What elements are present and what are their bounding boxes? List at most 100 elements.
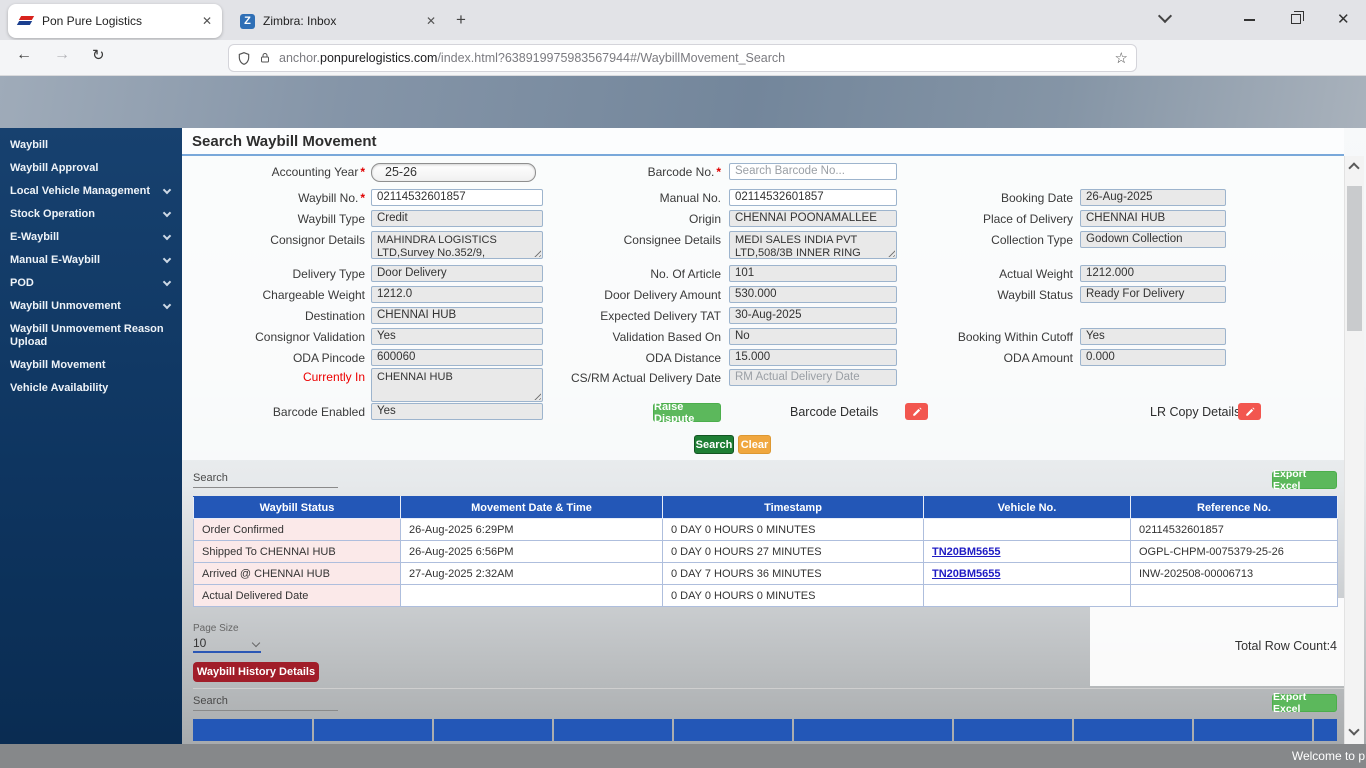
- cell-movement-datetime: [400, 584, 663, 607]
- field-barcode-no[interactable]: Search Barcode No...: [729, 163, 897, 180]
- url-bar[interactable]: anchor.ponpurelogistics.com/index.html?6…: [228, 44, 1137, 72]
- col-header-movement-date-time: Movement Date & Time: [400, 496, 663, 519]
- table-row: Shipped To CHENNAI HUB 26-Aug-2025 6:56PM…: [193, 540, 1338, 563]
- field-label-destination: Destination: [304, 309, 365, 323]
- sidebar-item-label: POD: [10, 277, 34, 289]
- field-booking-within-cutoff[interactable]: Yes: [1080, 328, 1226, 345]
- field-label-currently-in: Currently In: [302, 370, 365, 384]
- total-row-count: Total Row Count:4: [1234, 639, 1337, 653]
- field-value: No: [735, 330, 750, 342]
- history-col-header: [674, 719, 792, 741]
- field-cs-rm-actual-delivery-date[interactable]: RM Actual Delivery Date: [729, 369, 897, 386]
- zimbra-favicon-icon: Z: [240, 13, 255, 29]
- vehicle-no-link[interactable]: TN20BM5655: [932, 546, 1000, 558]
- field-actual-weight[interactable]: 1212.000: [1080, 265, 1226, 282]
- cell-reference-no: 02114532601857: [1130, 518, 1338, 541]
- history-col-header: [314, 719, 432, 741]
- history-table-header: [193, 719, 1337, 741]
- cell-timestamp: 0 DAY 7 HOURS 36 MINUTES: [662, 562, 924, 585]
- window-close-button[interactable]: ✕: [1337, 10, 1350, 28]
- field-label-origin: Origin: [688, 212, 721, 226]
- page-size-select[interactable]: 10: [193, 636, 261, 653]
- history-export-excel-button[interactable]: Export Excel: [1272, 691, 1337, 715]
- field-value: CHENNAI HUB: [377, 309, 457, 321]
- reload-button[interactable]: ↻: [92, 46, 105, 64]
- tab-list-chevron-icon[interactable]: [1157, 8, 1173, 24]
- field-value: 26-Aug-2025: [1086, 191, 1153, 203]
- field-label-oda-distance: ODA Distance: [645, 351, 721, 365]
- forward-button[interactable]: →: [54, 46, 70, 64]
- col-header-reference-no: Reference No.: [1130, 496, 1338, 519]
- cell-movement-datetime: 26-Aug-2025 6:29PM: [400, 518, 663, 541]
- cell-vehicle-no: [923, 518, 1131, 541]
- chevron-down-icon: [162, 254, 172, 264]
- sidebar-item-label: Waybill: [10, 139, 49, 151]
- new-tab-button[interactable]: +: [456, 10, 466, 30]
- scrollbar-thumb[interactable]: [1347, 186, 1362, 331]
- cell-waybill-status: Shipped To CHENNAI HUB: [193, 540, 401, 563]
- lr-copy-details-edit-button[interactable]: [1238, 403, 1261, 420]
- field-place-of-delivery[interactable]: CHENNAI HUB: [1080, 210, 1226, 227]
- clear-button[interactable]: Clear: [738, 435, 771, 454]
- field-value: 101: [735, 267, 755, 279]
- vertical-scrollbar[interactable]: [1344, 156, 1364, 744]
- field-booking-date[interactable]: 26-Aug-2025: [1080, 189, 1226, 206]
- tab-title: Zimbra: Inbox: [263, 14, 337, 28]
- raise-dispute-button[interactable]: Raise Dispute: [653, 401, 721, 425]
- field-value: CHENNAI HUB: [1086, 212, 1166, 224]
- page-size-label: Page Size: [193, 623, 239, 634]
- window-restore-button[interactable]: [1291, 11, 1304, 24]
- cell-vehicle-no: [923, 584, 1131, 607]
- movement-export-excel-button[interactable]: Export Excel: [1272, 468, 1337, 492]
- barcode-details-edit-button[interactable]: [905, 403, 928, 420]
- bookmark-star-icon[interactable]: ☆: [1115, 49, 1128, 67]
- browser-tab-strip: Pon Pure Logistics ✕ Z Zimbra: Inbox ✕ +…: [0, 0, 1366, 40]
- field-waybill-status[interactable]: Ready For Delivery: [1080, 286, 1226, 303]
- field-label-chargeable-weight: Chargeable Weight: [262, 288, 365, 302]
- shield-icon[interactable]: [237, 51, 251, 66]
- field-expected-delivery-tat[interactable]: 30-Aug-2025: [729, 307, 897, 324]
- tab-pon-pure-logistics[interactable]: Pon Pure Logistics ✕: [8, 4, 222, 38]
- history-col-header: [954, 719, 1072, 741]
- table-header-row: Waybill Status Movement Date & Time Timest…: [193, 496, 1338, 519]
- field-label-oda-pincode: ODA Pincode: [292, 351, 365, 365]
- chevron-down-icon: [162, 300, 172, 310]
- sidebar-item-waybill[interactable]: Waybill: [0, 134, 182, 157]
- resize-handle-icon: [532, 248, 541, 257]
- status-bar: Welcome to p: [0, 744, 1366, 768]
- field-label-manual-no: Manual No.: [659, 191, 721, 205]
- field-value: 30-Aug-2025: [735, 309, 802, 321]
- history-search-input[interactable]: [193, 695, 338, 711]
- table-row: Arrived @ CHENNAI HUB 27-Aug-2025 2:32AM 0…: [193, 562, 1338, 585]
- cell-waybill-status: Order Confirmed: [193, 518, 401, 541]
- sidebar-item-label: Waybill Approval: [10, 162, 99, 174]
- scroll-up-icon[interactable]: [1348, 162, 1360, 174]
- tab-close-icon[interactable]: ✕: [202, 14, 212, 28]
- tab-title: Pon Pure Logistics: [42, 14, 143, 28]
- back-button[interactable]: ←: [16, 46, 32, 64]
- scroll-down-icon[interactable]: [1348, 724, 1360, 736]
- field-collection-type[interactable]: Godown Collection: [1080, 231, 1226, 248]
- sidebar-item-label: Waybill Unmovement: [10, 300, 121, 312]
- waybill-history-details-button[interactable]: Waybill History Details: [193, 662, 319, 682]
- window-minimize-button[interactable]: [1244, 19, 1255, 21]
- field-barcode-enabled[interactable]: Yes: [371, 403, 543, 420]
- history-col-header: [1194, 719, 1312, 741]
- screen: Pon Pure Logistics ✕ Z Zimbra: Inbox ✕ +…: [0, 0, 1366, 768]
- field-oda-amount[interactable]: 0.000: [1080, 349, 1226, 366]
- movement-search-input[interactable]: [193, 472, 338, 488]
- cell-reference-no: [1130, 584, 1338, 607]
- field-value: Ready For Delivery: [1086, 288, 1185, 300]
- vehicle-no-link[interactable]: TN20BM5655: [932, 568, 1000, 580]
- field-label-place-of-delivery: Place of Delivery: [982, 212, 1073, 226]
- search-button[interactable]: Search: [694, 435, 734, 454]
- ponpure-favicon-icon: [16, 14, 35, 28]
- field-value: Godown Collection: [1086, 233, 1183, 245]
- tab-zimbra-inbox[interactable]: Z Zimbra: Inbox ✕: [230, 4, 446, 38]
- field-value: Door Delivery: [377, 267, 447, 279]
- tab-close-icon[interactable]: ✕: [426, 14, 436, 28]
- field-value: 02114532601857: [735, 191, 824, 203]
- table-row: Actual Delivered Date 0 DAY 0 HOURS 0 MIN…: [193, 584, 1338, 607]
- lr-copy-details-label: LR Copy Details: [1150, 405, 1241, 419]
- history-col-header: [554, 719, 672, 741]
